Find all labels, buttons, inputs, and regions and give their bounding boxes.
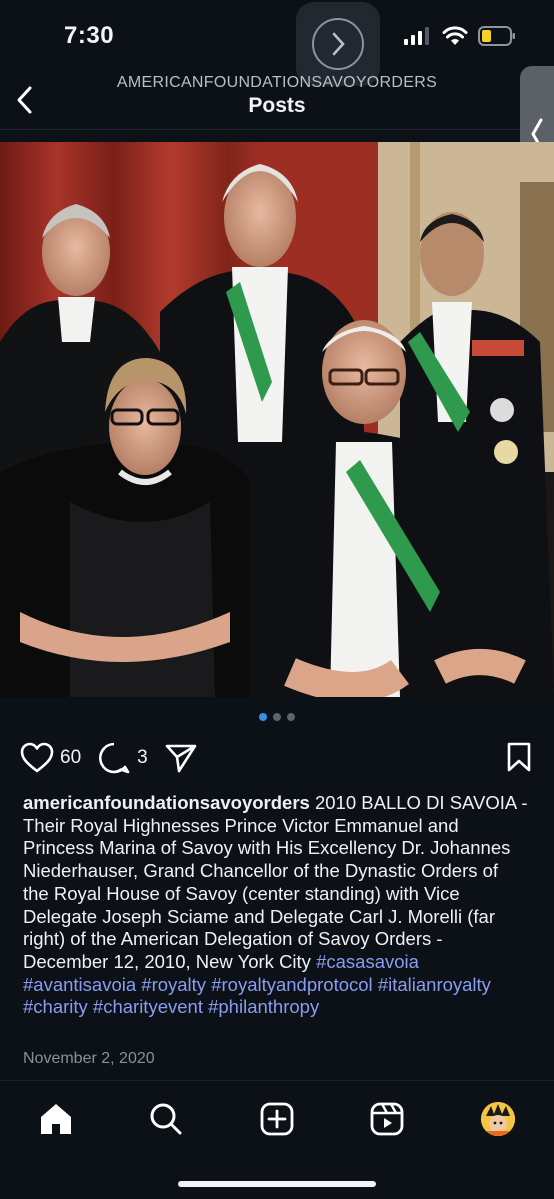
like-count[interactable]: 60 <box>60 747 81 769</box>
search-icon <box>150 1103 182 1135</box>
caption-username[interactable]: americanfoundationsavoyorders <box>23 792 310 813</box>
home-indicator <box>178 1181 376 1187</box>
page-title: Posts <box>248 94 306 117</box>
status-icons <box>404 26 516 46</box>
nav-search[interactable] <box>146 1099 186 1139</box>
like-group: 60 <box>20 742 81 774</box>
post-caption: americanfoundationsavoyorders 2010 BALLO… <box>23 792 528 1019</box>
carousel-dot-2 <box>273 713 281 721</box>
carousel-dot-3 <box>287 713 295 721</box>
hashtag[interactable]: #avantisavoia <box>23 974 136 995</box>
wifi-icon <box>442 26 468 45</box>
nav-reels[interactable] <box>367 1099 407 1139</box>
share-group <box>164 742 198 774</box>
hashtag[interactable]: #charityevent <box>93 996 203 1017</box>
save-button[interactable] <box>506 742 532 777</box>
hashtag[interactable]: #philanthropy <box>208 996 319 1017</box>
nav-create[interactable] <box>257 1099 297 1139</box>
status-bar: 7:30 <box>0 0 554 86</box>
nav-profile[interactable] <box>478 1099 518 1139</box>
hashtag[interactable]: #casasavoia <box>316 951 419 972</box>
nav-home[interactable] <box>36 1099 76 1139</box>
create-post-icon <box>260 1102 294 1136</box>
post-photo[interactable] <box>0 142 554 697</box>
chevron-right-icon <box>312 18 364 70</box>
profile-avatar <box>481 1102 515 1136</box>
nav-header: AMERICANFOUNDATIONSAVOYORDERS Posts <box>0 70 554 130</box>
paper-plane-icon[interactable] <box>164 742 198 774</box>
carousel-indicator <box>0 713 554 721</box>
comment-group: 3 <box>97 741 148 775</box>
group-portrait-image <box>0 142 554 697</box>
post-actions: 60 3 <box>20 738 534 778</box>
cellular-signal-icon <box>404 27 429 45</box>
home-icon <box>41 1104 71 1134</box>
hashtag[interactable]: #charity <box>23 996 88 1017</box>
bottom-nav <box>0 1080 554 1199</box>
hashtag[interactable]: #royalty <box>141 974 206 995</box>
hashtag[interactable]: #italianroyalty <box>378 974 491 995</box>
hashtag[interactable]: #royaltyandprotocol <box>211 974 372 995</box>
speech-bubble-icon[interactable] <box>97 741 131 775</box>
carousel-dot-1 <box>259 713 267 721</box>
reels-icon <box>370 1102 404 1136</box>
account-name[interactable]: AMERICANFOUNDATIONSAVOYORDERS <box>0 74 554 92</box>
status-time: 7:30 <box>64 22 115 49</box>
bookmark-icon <box>507 742 531 772</box>
heart-icon[interactable] <box>20 742 54 774</box>
battery-icon <box>478 26 515 46</box>
caption-text: 2010 BALLO DI SAVOIA - Their Royal Highn… <box>23 792 528 972</box>
comment-count[interactable]: 3 <box>137 747 148 769</box>
post-date: November 2, 2020 <box>23 1050 155 1067</box>
